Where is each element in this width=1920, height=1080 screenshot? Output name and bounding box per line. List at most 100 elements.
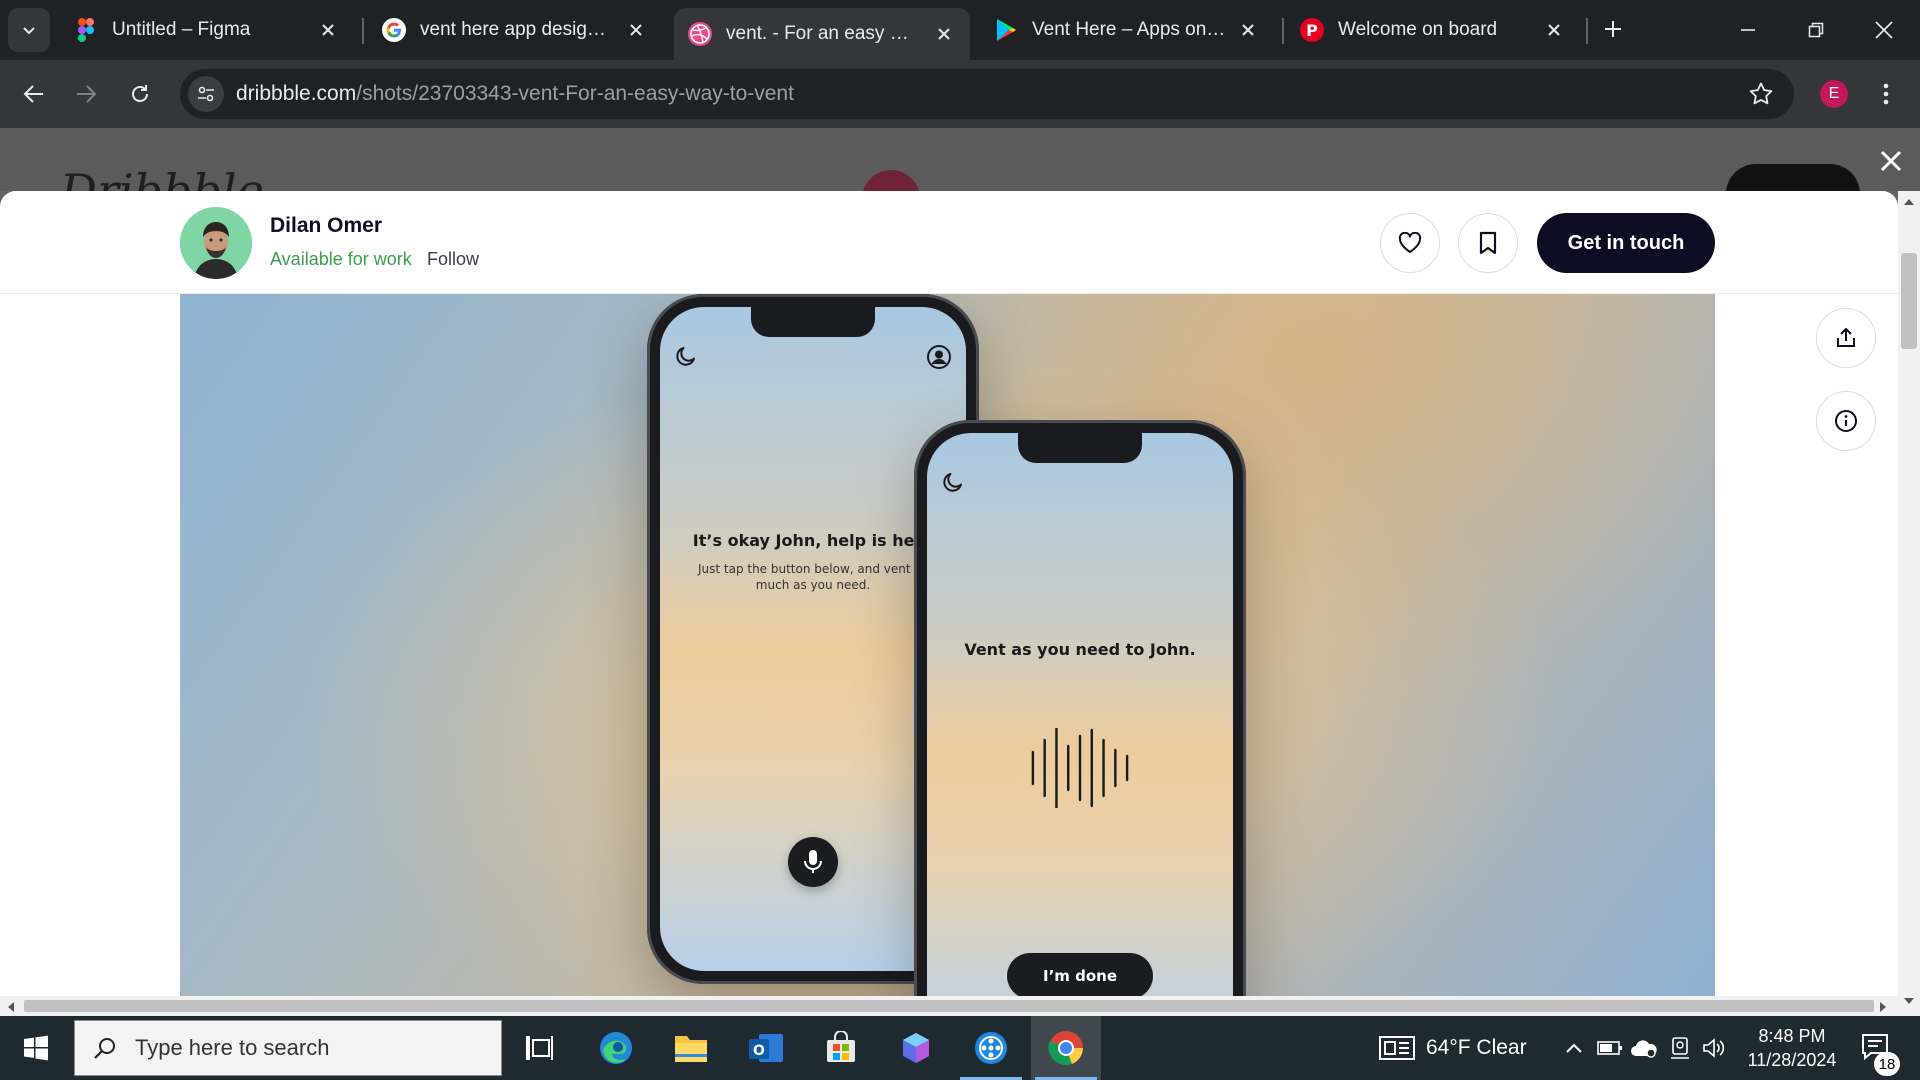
back-button[interactable] bbox=[14, 74, 54, 114]
task-view-button[interactable] bbox=[504, 1016, 574, 1080]
tab-figma[interactable]: Untitled – Figma bbox=[60, 8, 354, 52]
browser-tab-strip: Untitled – Figma vent here app design - … bbox=[0, 0, 1920, 60]
figma-icon bbox=[74, 18, 98, 42]
search-icon bbox=[75, 1036, 135, 1060]
tab-google-search[interactable]: vent here app design - Google Search bbox=[368, 8, 662, 52]
taskbar-microsoft-store[interactable] bbox=[806, 1016, 876, 1080]
share-icon bbox=[1837, 328, 1855, 347]
profile-avatar[interactable]: E bbox=[1820, 80, 1848, 108]
meet-now-icon[interactable] bbox=[1666, 1034, 1694, 1062]
waveform-svg bbox=[1031, 726, 1129, 810]
follow-button[interactable]: Follow bbox=[427, 249, 479, 270]
mic-button bbox=[788, 837, 838, 887]
shot-image: It’s okay John, help is here Just tap th… bbox=[180, 294, 1715, 1016]
tab-search-button[interactable] bbox=[8, 8, 50, 52]
app-launcher-icon bbox=[975, 1032, 1007, 1064]
url-host: dribbble.com bbox=[236, 82, 357, 105]
store-icon bbox=[827, 1031, 855, 1062]
taskbar-clock[interactable]: 8:48 PM 11/28/2024 bbox=[1732, 1024, 1852, 1072]
minimize-button[interactable] bbox=[1714, 0, 1782, 60]
url-text[interactable]: dribbble.com/shots/23703343-vent-For-an-… bbox=[236, 82, 794, 106]
taskbar-search[interactable]: Type here to search bbox=[74, 1020, 502, 1076]
save-button[interactable] bbox=[1458, 213, 1518, 273]
edge-icon bbox=[600, 1032, 632, 1064]
person-portrait-icon bbox=[180, 207, 252, 279]
vertical-scrollbar[interactable] bbox=[1898, 191, 1920, 1016]
clock-date: 11/28/2024 bbox=[1747, 1050, 1837, 1070]
background-page-header: Dribbble bbox=[0, 128, 1920, 228]
phone-mockup-right: Vent as you need to John. I’m done bbox=[914, 420, 1246, 1016]
horizontal-scroll-thumb[interactable] bbox=[24, 1000, 1874, 1012]
onedrive-icon[interactable] bbox=[1630, 1034, 1658, 1062]
close-tab-icon[interactable] bbox=[316, 18, 340, 42]
close-icon bbox=[1875, 21, 1893, 39]
taskbar-outlook[interactable]: O bbox=[731, 1016, 801, 1080]
microphone-icon bbox=[804, 850, 822, 873]
minimize-icon bbox=[1741, 29, 1755, 31]
site-info-button[interactable] bbox=[188, 76, 224, 112]
weather-news-icon[interactable] bbox=[1378, 1034, 1416, 1062]
taskbar-file-explorer[interactable] bbox=[656, 1016, 726, 1080]
task-view-icon bbox=[526, 1036, 553, 1060]
chevron-up-icon bbox=[1566, 1043, 1582, 1053]
new-tab-button[interactable] bbox=[1596, 12, 1630, 46]
forward-button[interactable] bbox=[66, 74, 106, 114]
close-window-button[interactable] bbox=[1850, 0, 1918, 60]
tab-title: vent. - For an easy way to vent by Dilan… bbox=[726, 23, 922, 44]
folder-icon bbox=[675, 1036, 707, 1062]
horizontal-scrollbar[interactable] bbox=[0, 996, 1898, 1016]
tune-icon bbox=[198, 86, 214, 102]
phone-right-heading: Vent as you need to John. bbox=[964, 640, 1196, 659]
chevron-down-icon bbox=[23, 27, 35, 35]
tab-dribbble-active[interactable]: vent. - For an easy way to vent by Dilan… bbox=[674, 8, 970, 60]
address-bar[interactable]: dribbble.com/shots/23703343-vent-For-an-… bbox=[180, 69, 1794, 119]
share-button[interactable] bbox=[1816, 308, 1876, 368]
copilot-icon bbox=[903, 1033, 929, 1063]
reload-button[interactable] bbox=[120, 74, 160, 114]
outlook-icon: O bbox=[749, 1034, 783, 1062]
tab-separator bbox=[362, 18, 364, 44]
voice-waveform bbox=[1027, 726, 1133, 810]
availability-status[interactable]: Available for work bbox=[270, 249, 412, 270]
taskbar-chrome[interactable] bbox=[1031, 1016, 1101, 1080]
scroll-left-arrow-icon[interactable] bbox=[6, 1001, 16, 1013]
close-tab-icon[interactable] bbox=[932, 22, 956, 46]
scroll-down-arrow-icon[interactable] bbox=[1903, 996, 1915, 1006]
tab-pinterest[interactable]: P Welcome on board bbox=[1286, 8, 1580, 52]
search-placeholder: Type here to search bbox=[135, 1035, 330, 1060]
close-tab-icon[interactable] bbox=[624, 18, 648, 42]
vertical-scroll-thumb[interactable] bbox=[1901, 253, 1917, 349]
browser-menu-button[interactable] bbox=[1876, 78, 1896, 110]
weather-text[interactable]: 64°F Clear bbox=[1426, 1036, 1527, 1060]
taskbar-copilot[interactable] bbox=[881, 1016, 951, 1080]
start-button[interactable] bbox=[10, 1016, 62, 1080]
get-in-touch-button[interactable]: Get in touch bbox=[1537, 213, 1715, 273]
phone-left-subtext-1: Just tap the button below, and vent as bbox=[697, 562, 929, 576]
volume-icon[interactable] bbox=[1700, 1034, 1728, 1062]
scroll-up-arrow-icon[interactable] bbox=[1903, 197, 1915, 207]
author-name[interactable]: Dilan Omer bbox=[270, 214, 382, 238]
shot-modal: Dilan Omer Available for work Follow Get… bbox=[0, 191, 1898, 1016]
info-button[interactable] bbox=[1816, 391, 1876, 451]
taskbar-edge[interactable] bbox=[581, 1016, 651, 1080]
close-shot-button[interactable] bbox=[1876, 146, 1906, 176]
tab-separator bbox=[1282, 18, 1284, 44]
close-tab-icon[interactable] bbox=[1542, 18, 1566, 42]
show-hidden-icons-button[interactable] bbox=[1560, 1034, 1588, 1062]
reload-icon bbox=[132, 85, 148, 102]
tab-google-play[interactable]: Vent Here – Apps on Google Play bbox=[980, 8, 1274, 52]
battery-icon[interactable] bbox=[1596, 1034, 1624, 1062]
bookmark-star-button[interactable] bbox=[1748, 81, 1774, 107]
taskbar-app-blue[interactable] bbox=[956, 1016, 1026, 1080]
like-button[interactable] bbox=[1380, 213, 1440, 273]
scroll-right-arrow-icon[interactable] bbox=[1878, 1001, 1888, 1013]
arrow-left-icon bbox=[23, 85, 43, 103]
clock-time: 8:48 PM bbox=[1758, 1026, 1826, 1046]
restore-button[interactable] bbox=[1782, 0, 1850, 60]
heart-icon bbox=[1398, 232, 1422, 253]
moon-icon bbox=[676, 347, 695, 366]
notification-count-badge: 18 bbox=[1874, 1052, 1900, 1076]
close-tab-icon[interactable] bbox=[1236, 18, 1260, 42]
im-done-button: I’m done bbox=[1007, 953, 1153, 999]
author-avatar[interactable] bbox=[180, 207, 252, 279]
